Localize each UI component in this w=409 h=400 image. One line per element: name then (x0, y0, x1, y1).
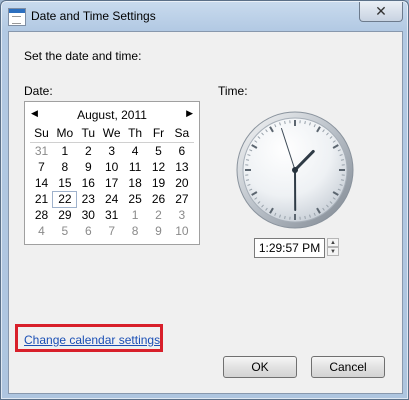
analog-clock (236, 111, 354, 229)
clock-center (292, 167, 298, 173)
calendar-day[interactable]: 6 (170, 144, 193, 159)
calendar-day[interactable]: 19 (147, 176, 170, 191)
calendar-day[interactable]: 25 (124, 192, 147, 207)
next-month-icon[interactable]: ▶ (186, 108, 193, 119)
dialog-content: Set the date and time: Date: Time: ◀ Aug… (8, 31, 403, 394)
calendar-day[interactable]: 5 (147, 144, 170, 159)
weekday-header: Su Mo Tu We Th Fr Sa (30, 126, 194, 142)
calendar-day[interactable]: 31 (100, 208, 123, 223)
calendar-day[interactable]: 6 (77, 224, 100, 239)
calendar-day[interactable]: 31 (30, 144, 53, 159)
calendar-day[interactable]: 7 (100, 224, 123, 239)
calendar-day[interactable]: 2 (77, 144, 100, 159)
weekday-label: Th (128, 126, 143, 140)
clock-tick (304, 215, 306, 220)
cancel-button[interactable]: Cancel (311, 356, 385, 378)
calendar-week-row: 7 8 9 10 11 12 13 (30, 160, 194, 176)
calendar-day[interactable]: 26 (147, 192, 170, 207)
clock-tick (304, 120, 306, 125)
calendar-day[interactable]: 4 (124, 144, 147, 159)
weekday-label: We (102, 126, 121, 140)
calendar-day[interactable]: 17 (100, 176, 123, 191)
time-up-icon[interactable]: ▲ (327, 238, 339, 247)
calendar-day[interactable]: 14 (30, 176, 53, 191)
change-calendar-settings-link[interactable]: Change calendar settings (24, 333, 160, 347)
clock-tick (284, 120, 286, 125)
ok-button[interactable]: OK (223, 356, 297, 378)
clock-tick (340, 179, 345, 181)
calendar-day[interactable]: 15 (53, 176, 76, 191)
calendar-day[interactable]: 13 (170, 160, 193, 175)
calendar-day[interactable]: 8 (53, 160, 76, 175)
calendar-day[interactable]: 4 (30, 224, 53, 239)
title-bar[interactable]: Date and Time Settings ✕ (1, 1, 408, 31)
calendar-day[interactable]: 30 (77, 208, 100, 223)
clock-tick (284, 215, 286, 220)
weekday-label: Fr (152, 126, 165, 140)
calendar-day[interactable]: 22 (52, 191, 78, 208)
calendar-day[interactable]: 3 (170, 208, 193, 223)
calendar-app-icon (8, 8, 26, 26)
calendar-day[interactable]: 23 (77, 192, 100, 207)
date-time-settings-window: Date and Time Settings ✕ Set the date an… (0, 0, 409, 400)
calendar-day[interactable]: 9 (77, 160, 100, 175)
clock-tick (245, 159, 250, 161)
clock-tick (245, 179, 250, 181)
calendar-day[interactable]: 5 (53, 224, 76, 239)
calendar-day[interactable]: 18 (124, 176, 147, 191)
weekday-label: Sa (174, 126, 190, 140)
weekday-label: Mo (56, 126, 74, 140)
time-down-icon[interactable]: ▼ (327, 247, 339, 256)
calendar-day[interactable]: 12 (147, 160, 170, 175)
calendar-week-row: 14 15 16 17 18 19 20 (30, 176, 194, 192)
calendar-day[interactable]: 7 (30, 160, 53, 175)
calendar-day[interactable]: 3 (100, 144, 123, 159)
calendar-week-row: 28 29 30 31 1 2 3 (30, 208, 194, 224)
time-spinner[interactable]: ▲ ▼ (327, 238, 339, 258)
calendar-day[interactable]: 27 (170, 192, 193, 207)
date-label: Date: (24, 84, 53, 98)
calendar-day[interactable]: 24 (100, 192, 123, 207)
calendar-day[interactable]: 1 (53, 144, 76, 159)
time-label: Time: (218, 84, 248, 98)
calendar-day[interactable]: 9 (147, 224, 170, 239)
calendar-day[interactable]: 10 (170, 224, 193, 239)
calendar-day[interactable]: 2 (147, 208, 170, 223)
clock-tick (340, 159, 345, 161)
close-button[interactable]: ✕ (359, 2, 403, 22)
calendar-day[interactable]: 1 (124, 208, 147, 223)
calendar-control[interactable]: ◀ August, 2011 ▶ Su Mo Tu We Th Fr Sa 31 1 2 3 4 5 6… (24, 101, 200, 245)
calendar-day[interactable]: 28 (30, 208, 53, 223)
calendar-day[interactable]: 21 (30, 192, 53, 207)
calendar-day[interactable]: 8 (124, 224, 147, 239)
calendar-week-row: 4 5 6 7 8 9 10 (30, 224, 194, 240)
weekday-label: Tu (81, 126, 96, 140)
weekday-label: Su (34, 126, 49, 140)
month-year-title[interactable]: August, 2011 (25, 108, 199, 122)
calendar-week-row: 21 22 23 24 25 26 27 (30, 191, 194, 208)
calendar-day[interactable]: 16 (77, 176, 100, 191)
calendar-day[interactable]: 11 (124, 160, 147, 175)
window-title: Date and Time Settings (31, 9, 156, 23)
weekday-divider (30, 142, 194, 143)
instruction-text: Set the date and time: (24, 49, 142, 63)
calendar-day[interactable]: 29 (53, 208, 76, 223)
calendar-day[interactable]: 10 (100, 160, 123, 175)
calendar-week-row: 31 1 2 3 4 5 6 (30, 144, 194, 160)
calendar-day[interactable]: 20 (170, 176, 193, 191)
calendar-header: ◀ August, 2011 ▶ (25, 108, 199, 122)
time-input[interactable]: 1:29:57 PM (254, 238, 325, 258)
